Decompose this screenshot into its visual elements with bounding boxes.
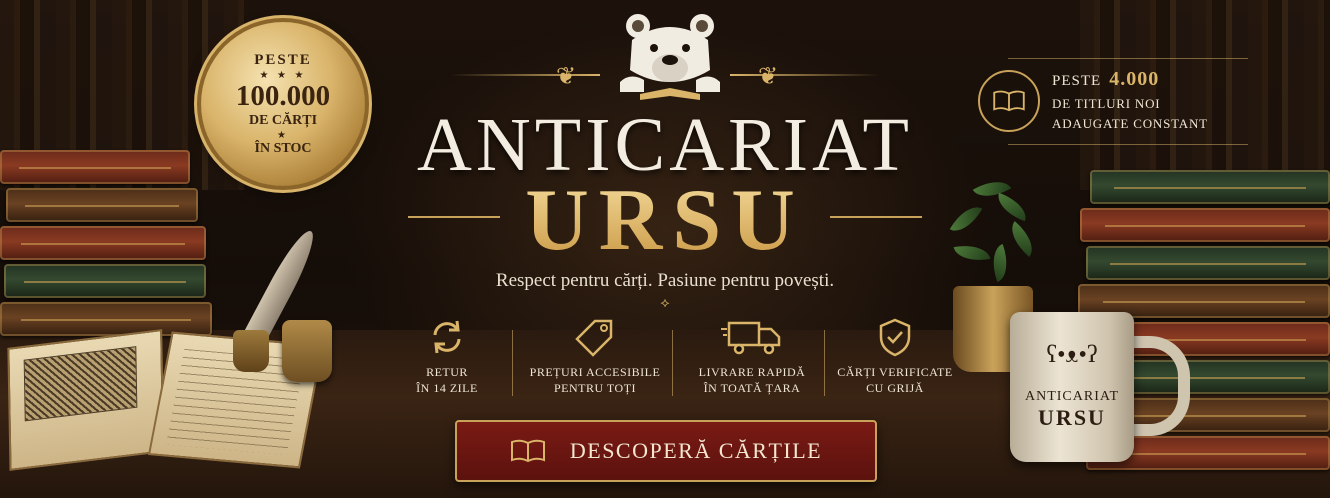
tagline: Respect pentru cărți. Pasiune pentru pov…: [495, 270, 835, 291]
mug-handle: [1126, 336, 1190, 436]
feature-divider: [512, 330, 513, 396]
flourish-left: [450, 74, 600, 76]
bear-logo-icon: ʕ•ᴥ•ʔ: [1046, 342, 1098, 368]
discover-books-button[interactable]: DESCOPERĂ CĂRȚILE: [455, 420, 877, 482]
mug-line2: URSU: [1038, 405, 1106, 430]
seal-line1: PESTE: [254, 51, 312, 68]
cta-label: DESCOPERĂ CĂRȚILE: [569, 438, 823, 463]
flourish-ornament-icon: ❦: [556, 64, 577, 90]
feature-line2: ÎN TOATĂ ȚARA: [703, 381, 801, 396]
inkwell-icon: [233, 330, 269, 372]
feature-line2: CU GRIJĂ: [866, 381, 924, 396]
feature-line2: ÎN 14 ZILE: [416, 381, 478, 396]
potted-plant: [935, 170, 1055, 290]
shield-check-icon: [820, 316, 970, 358]
feature-verified: CĂRȚI VERIFICATE CU GRIJĂ: [820, 316, 970, 396]
badge-line3: ADAUGATE CONSTANT: [1052, 116, 1208, 131]
badge-line2: DE TITLURI NOI: [1052, 96, 1161, 111]
price-tag-icon: [520, 316, 670, 358]
hero-banner: PESTE ★ ★ ★ 100.000 DE CĂRȚI ★ ÎN STOC ❦…: [0, 0, 1330, 498]
feature-line1: LIVRARE RAPIDĂ: [698, 365, 806, 379]
feature-line1: RETUR: [426, 365, 468, 379]
title-side-line: [830, 216, 922, 218]
feature-line1: PREȚURI ACCESIBILE: [529, 365, 661, 379]
feature-prices: PREȚURI ACCESIBILE PENTRU TOȚI: [520, 316, 670, 396]
title-side-line: [408, 216, 500, 218]
brand-title-line2: URSU: [0, 170, 1330, 271]
delivery-truck-icon: [677, 316, 827, 358]
tagline-ornament: ⟡: [660, 296, 670, 311]
feature-line2: PENTRU TOȚI: [553, 381, 637, 396]
feature-delivery: LIVRARE RAPIDĂ ÎN TOATĂ ȚARA: [677, 316, 827, 396]
flourish-ornament-icon: ❦: [758, 64, 779, 90]
refresh-icon: [372, 316, 522, 358]
open-book-icon: [510, 438, 546, 464]
bear-logo-icon: [620, 14, 720, 100]
badge-prefix: PESTE: [1052, 73, 1102, 89]
branded-mug: ʕ•ᴥ•ʔ ANTICARIAT URSU: [1010, 312, 1134, 462]
inkwell-icon: [282, 320, 332, 382]
feature-returns: RETUR ÎN 14 ZILE: [372, 316, 522, 396]
flourish-right: [730, 74, 880, 76]
open-book-icon: [978, 70, 1040, 132]
feature-line1: CĂRȚI VERIFICATE: [837, 365, 953, 379]
mug-line1: ANTICARIAT: [1025, 389, 1119, 404]
feature-divider: [672, 330, 673, 396]
new-titles-badge: PESTE 4.000 DE TITLURI NOI ADAUGATE CONST…: [978, 58, 1248, 148]
badge-count: 4.000: [1109, 68, 1160, 90]
open-book-illustration: [1, 329, 326, 478]
